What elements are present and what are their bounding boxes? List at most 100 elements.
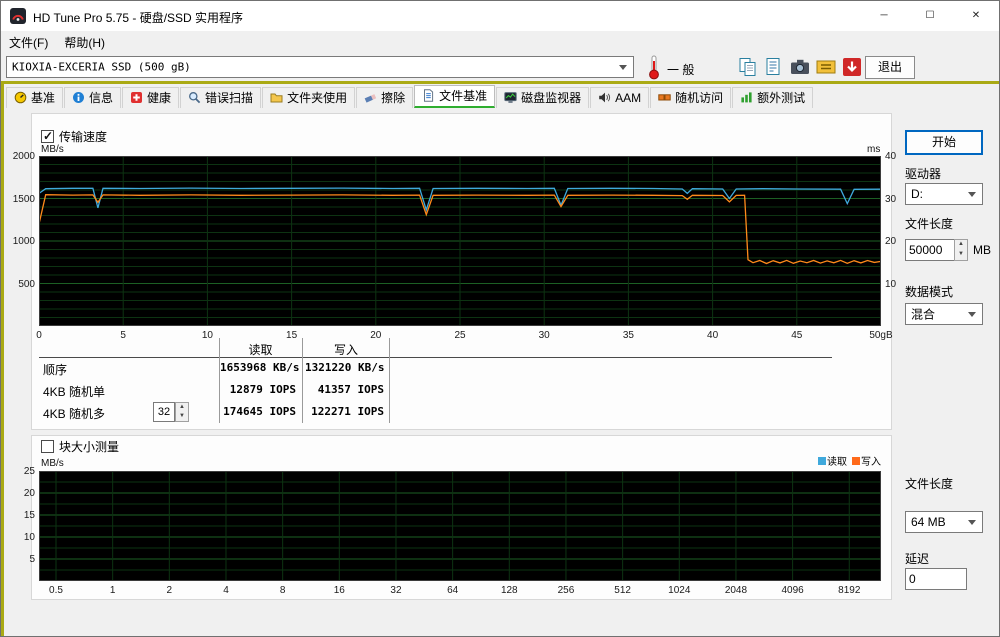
minimize-button[interactable]: ─ xyxy=(861,1,907,31)
x-tick: 2048 xyxy=(716,585,756,596)
tab-extra[interactable]: 额外测试 xyxy=(732,87,813,108)
x-tick: 10 xyxy=(187,330,227,341)
y-tick: 25 xyxy=(1,466,35,477)
read-value: 1653968 KB/s xyxy=(220,361,296,374)
spin-down-icon[interactable]: ▼ xyxy=(955,250,967,260)
drive-select-combobox[interactable]: KIOXIA-EXCERIA SSD (500 gB) xyxy=(6,56,634,78)
menu-bar: 文件(F)帮助(H) xyxy=(1,31,999,53)
menu-item-1[interactable]: 帮助(H) xyxy=(56,31,113,51)
latency-label: 延迟 xyxy=(905,550,929,567)
spin-up-icon[interactable]: ▲ xyxy=(955,240,967,250)
folder-icon xyxy=(270,91,283,104)
transfer-speed-checkbox[interactable]: 传输速度 xyxy=(41,129,107,143)
x-tick: 4 xyxy=(206,585,246,596)
tab-folder[interactable]: 文件夹使用 xyxy=(262,87,355,108)
x-tick: 20 xyxy=(356,330,396,341)
y-tick: 15 xyxy=(1,510,35,521)
queue-depth-input[interactable]: 32 xyxy=(153,402,175,422)
write-value: 41357 IOPS xyxy=(305,383,384,396)
app-window: HD Tune Pro 5.75 - 硬盘/SSD 实用程序 ─☐✕ 文件(F)… xyxy=(0,0,1000,637)
drive-combobox-value: D: xyxy=(911,187,923,201)
table-column-line xyxy=(302,338,303,423)
chevron-down-icon xyxy=(619,65,627,74)
spin-down-icon[interactable]: ▼ xyxy=(176,412,188,421)
legend-swatch-icon xyxy=(852,457,860,465)
titlebar: HD Tune Pro 5.75 - 硬盘/SSD 实用程序 ─☐✕ xyxy=(1,1,999,31)
thermometer-icon xyxy=(647,54,661,80)
temperature-status: 一 般 xyxy=(667,61,694,78)
spin-up-icon[interactable]: ▲ xyxy=(176,403,188,412)
compare-icon[interactable] xyxy=(815,56,837,78)
scan-icon xyxy=(188,91,201,104)
table-column-line xyxy=(389,338,390,423)
copy-pages-icon[interactable] xyxy=(737,56,759,78)
file-length-spinner[interactable]: ▲ ▼ xyxy=(954,239,968,261)
block-file-length-label: 文件长度 xyxy=(905,475,953,492)
tab-info[interactable]: 信息 xyxy=(64,87,121,108)
exit-button[interactable]: 退出 xyxy=(865,56,915,79)
x-tick: 40 xyxy=(693,330,733,341)
y-tick: 500 xyxy=(1,279,35,290)
window-controls: ─☐✕ xyxy=(861,1,999,31)
tab-label: 文件基准 xyxy=(439,87,487,104)
y-tick: 5 xyxy=(1,554,35,565)
menu-item-0[interactable]: 文件(F) xyxy=(1,31,56,51)
filebench-icon xyxy=(422,89,435,102)
file-length-input[interactable] xyxy=(905,239,955,261)
gauge-icon xyxy=(14,91,27,104)
x-tick: 45 xyxy=(777,330,817,341)
file-length-label: 文件长度 xyxy=(905,215,953,232)
tab-label: 健康 xyxy=(147,89,171,106)
data-mode-label: 数据模式 xyxy=(905,283,953,300)
tab-health[interactable]: 健康 xyxy=(122,87,179,108)
update-download-icon[interactable] xyxy=(841,56,863,78)
tab-label: AAM xyxy=(615,91,641,105)
data-mode-combobox[interactable]: 混合 xyxy=(905,303,983,325)
x-tick: 512 xyxy=(603,585,643,596)
tab-random[interactable]: 随机访问 xyxy=(650,87,731,108)
legend-label: 读取 xyxy=(827,453,847,468)
chevron-down-icon xyxy=(968,520,976,529)
x-tick: 15 xyxy=(272,330,312,341)
transfer-speed-chart xyxy=(39,156,881,326)
tab-filebench[interactable]: 文件基准 xyxy=(414,85,495,108)
y2-tick: 40 xyxy=(885,151,911,162)
y2-tick: 30 xyxy=(885,194,911,205)
copy-report-icon[interactable] xyxy=(763,56,785,78)
legend-label: 写入 xyxy=(861,453,881,468)
window-title: HD Tune Pro 5.75 - 硬盘/SSD 实用程序 xyxy=(33,9,243,26)
block-size-chart xyxy=(39,471,881,581)
camera-icon[interactable] xyxy=(789,56,811,78)
tab-erase[interactable]: 擦除 xyxy=(356,87,413,108)
tab-monitor[interactable]: 磁盘监视器 xyxy=(496,87,589,108)
queue-depth-spinner[interactable]: ▲▼ xyxy=(175,402,189,422)
x-tick: 0 xyxy=(19,330,59,341)
y-tick: 2000 xyxy=(1,151,35,162)
transfer-speed-checkbox-label: 传输速度 xyxy=(59,128,107,145)
x-tick: 0.5 xyxy=(36,585,76,596)
legend-swatch-icon xyxy=(818,457,826,465)
latency-input[interactable] xyxy=(905,568,967,590)
tab-label: 擦除 xyxy=(381,89,405,106)
tab-label: 基准 xyxy=(31,89,55,106)
file-length-unit: MB xyxy=(973,243,991,257)
erase-icon xyxy=(364,91,377,104)
maximize-button[interactable]: ☐ xyxy=(907,1,953,31)
tab-speaker[interactable]: AAM xyxy=(590,87,649,108)
block-file-length-value: 64 MB xyxy=(911,515,946,529)
close-button[interactable]: ✕ xyxy=(953,1,999,31)
tab-scan[interactable]: 错误扫描 xyxy=(180,87,261,108)
accent-strip-horizontal xyxy=(1,81,999,84)
block-y-axis-unit: MB/s xyxy=(41,458,64,469)
x-tick: 32 xyxy=(376,585,416,596)
data-mode-value: 混合 xyxy=(911,306,935,323)
x-tick: 128 xyxy=(489,585,529,596)
drive-combobox[interactable]: D: xyxy=(905,183,983,205)
write-value: 122271 IOPS xyxy=(305,405,384,418)
chart-legend: 读取写入 xyxy=(813,453,881,468)
block-file-length-combobox[interactable]: 64 MB xyxy=(905,511,983,533)
block-size-checkbox[interactable]: 块大小测量 xyxy=(41,439,119,453)
tab-gauge[interactable]: 基准 xyxy=(6,87,63,108)
y-tick: 10 xyxy=(1,532,35,543)
start-button[interactable]: 开始 xyxy=(905,130,983,155)
